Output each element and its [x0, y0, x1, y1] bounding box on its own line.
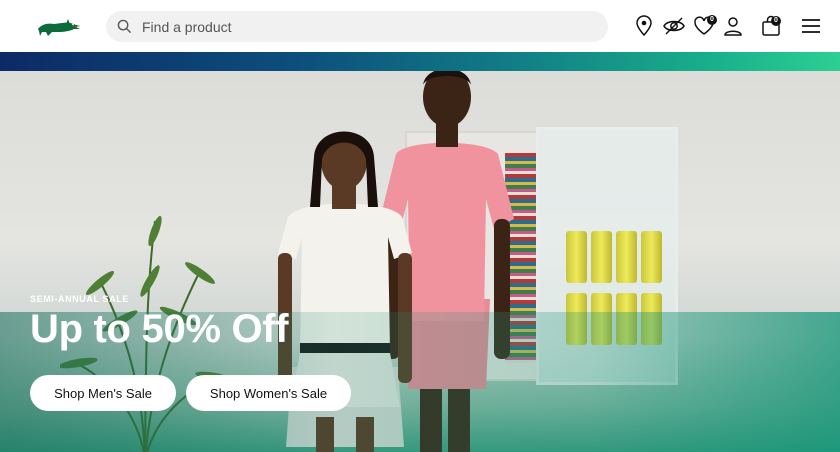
shop-mens-sale-button[interactable]: Shop Men's Sale — [30, 375, 176, 411]
crocodile-logo[interactable] — [36, 14, 82, 40]
site-header: 0 0 — [0, 0, 840, 52]
menu-icon[interactable] — [799, 14, 823, 38]
search-bar[interactable] — [106, 11, 608, 42]
search-icon — [117, 19, 132, 34]
wishlist-count-badge: 0 — [707, 15, 717, 25]
hero-headline: Up to 50% Off — [30, 307, 289, 351]
shop-womens-sale-button[interactable]: Shop Women's Sale — [186, 375, 351, 411]
promo-gradient-strip — [0, 52, 840, 71]
account-icon[interactable] — [721, 14, 745, 38]
sale-eyebrow: SEMI-ANNUAL SALE — [30, 294, 129, 304]
store-locator-icon[interactable] — [632, 14, 656, 38]
search-input[interactable] — [142, 11, 592, 42]
accessibility-icon[interactable] — [662, 14, 686, 38]
cart-count-badge: 0 — [771, 16, 781, 26]
tennis-ball-cans-image — [566, 231, 662, 283]
hero-banner: SEMI-ANNUAL SALE Up to 50% Off Shop Men'… — [0, 71, 840, 452]
